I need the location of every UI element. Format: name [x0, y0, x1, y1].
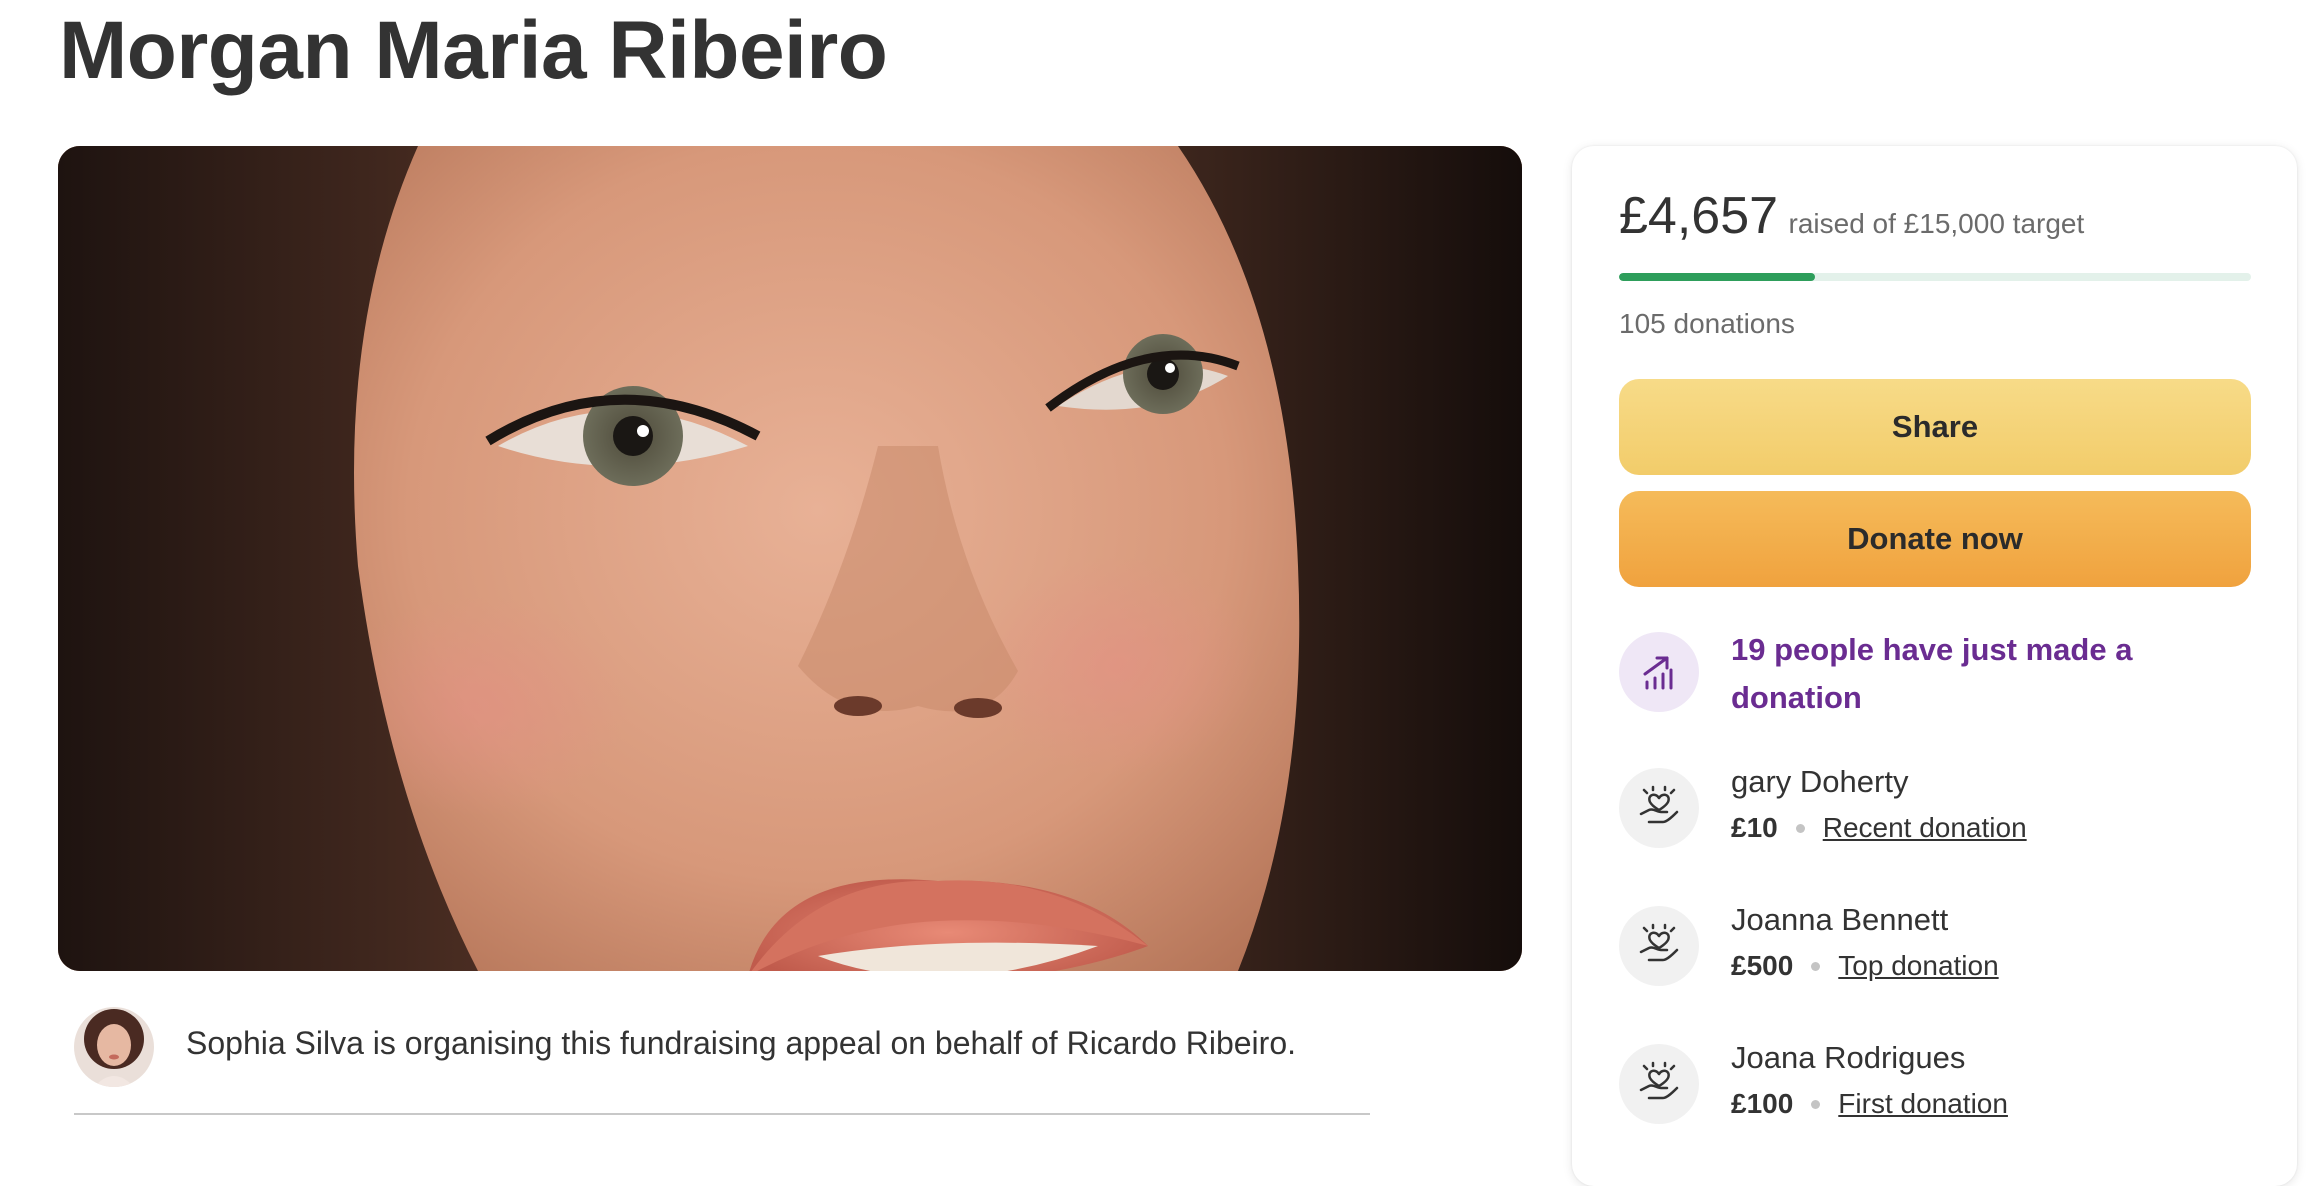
top-donation-link[interactable]: Top donation: [1838, 950, 1998, 982]
organiser-info: Sophia Silva is organising this fundrais…: [74, 1003, 1370, 1115]
hand-heart-icon: [1619, 768, 1699, 848]
share-button[interactable]: Share: [1619, 379, 2251, 475]
hand-heart-icon: [1619, 1044, 1699, 1124]
donor-amount: £100: [1731, 1088, 1794, 1119]
donor-meta: £100 First donation: [1731, 1088, 2008, 1120]
donor-amount: £500: [1731, 950, 1794, 981]
donation-card: £4,657 raised of £15,000 target 105 dona…: [1572, 146, 2297, 1186]
raised-summary: £4,657 raised of £15,000 target: [1619, 186, 2084, 246]
donor-item: Joanna Bennett £500 Top donation: [1619, 902, 2251, 1002]
donor-meta: £500 Top donation: [1731, 950, 1999, 982]
donor-item: gary Doherty £10 Recent donation: [1619, 764, 2251, 864]
separator-dot: [1795, 823, 1805, 833]
hand-heart-icon: [1619, 906, 1699, 986]
donor-name: gary Doherty: [1731, 764, 1909, 799]
separator-dot: [1811, 961, 1821, 971]
organiser-photo: [74, 1007, 154, 1087]
progress-bar-fill: [1619, 273, 1815, 281]
donor-amount: £10: [1731, 812, 1778, 843]
donor-name: Joanna Bennett: [1731, 902, 1949, 937]
fundraiser-photo: [58, 146, 1522, 971]
trending-up-chart-icon: [1619, 632, 1699, 712]
page-title: Morgan Maria Ribeiro: [59, 5, 888, 96]
donor-name: Joana Rodrigues: [1731, 1040, 1966, 1075]
raised-amount: £4,657: [1619, 187, 1779, 245]
separator-dot: [1811, 1099, 1821, 1109]
portrait-image: [58, 146, 1522, 971]
progress-bar: [1619, 273, 2251, 281]
donation-count: 105 donations: [1619, 308, 1795, 339]
raised-target: raised of £15,000 target: [1788, 208, 2085, 239]
organiser-avatar[interactable]: [74, 1007, 154, 1087]
recent-activity: 19 people have just made a donation: [1619, 626, 2251, 716]
recent-activity-text: 19 people have just made a donation: [1731, 632, 2133, 715]
donor-meta: £10 Recent donation: [1731, 812, 2027, 844]
donor-item: Joana Rodrigues £100 First donation: [1619, 1040, 2251, 1140]
donate-now-button[interactable]: Donate now: [1619, 491, 2251, 587]
recent-donation-link[interactable]: Recent donation: [1823, 812, 2027, 844]
organiser-text: Sophia Silva is organising this fundrais…: [186, 1025, 1296, 1061]
first-donation-link[interactable]: First donation: [1838, 1088, 2008, 1120]
